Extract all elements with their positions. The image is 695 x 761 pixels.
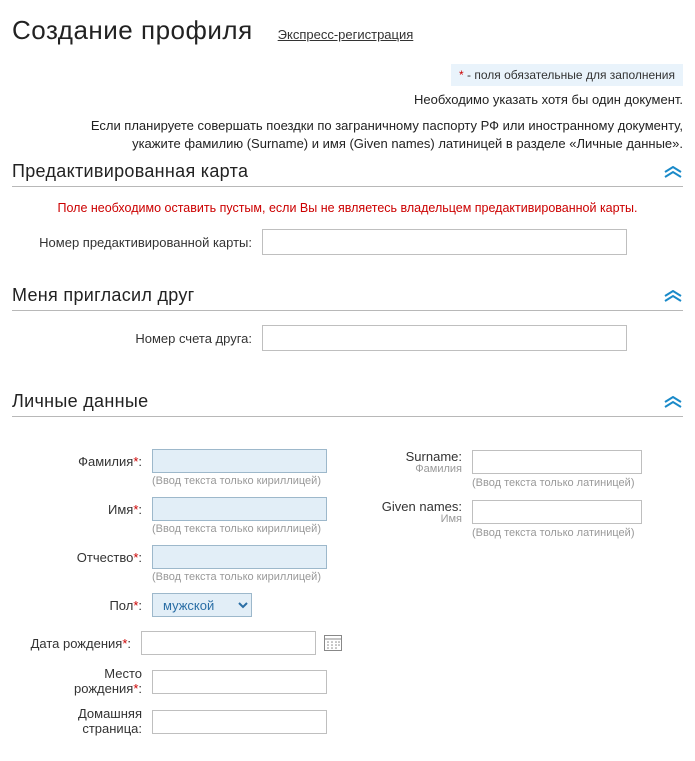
friend-account-label: Номер счета друга: [12,331,262,346]
patronymic-label: Отчество*: [12,550,152,565]
given-names-en-label: Given names: Имя [352,499,472,525]
name-ru-label: Имя*: [12,502,152,517]
birthplace-label: Место рождения*: [12,667,152,697]
card-warning-text: Поле необходимо оставить пустым, если Вы… [12,201,683,215]
surname-en-label: Surname: Фамилия [352,449,472,475]
homepage-input[interactable] [152,710,327,734]
birthdate-input[interactable] [141,631,316,655]
required-fields-note: * - поля обязательные для заполнения [451,64,683,86]
birthplace-input[interactable] [152,670,327,694]
name-ru-input[interactable] [152,497,327,521]
name-ru-hint: (Ввод текста только кириллицей) [152,521,342,541]
collapse-icon[interactable] [663,396,683,408]
given-names-en-input[interactable] [472,500,642,524]
page-title: Создание профиля [12,15,253,46]
surname-ru-input[interactable] [152,449,327,473]
travel-note: Если планируете совершать поездки по заг… [12,117,683,153]
homepage-label: Домашняя страница: [12,707,152,737]
calendar-icon[interactable] [324,635,342,651]
section-title-friend: Меня пригласил друг [12,285,195,306]
section-title-card: Предактивированная карта [12,161,248,182]
section-title-personal: Личные данные [12,391,148,412]
card-number-input[interactable] [262,229,627,255]
collapse-icon[interactable] [663,166,683,178]
patronymic-input[interactable] [152,545,327,569]
gender-label: Пол*: [12,598,152,613]
surname-en-input[interactable] [472,450,642,474]
card-number-label: Номер предактивированной карты: [12,235,262,250]
express-registration-link[interactable]: Экспресс-регистрация [278,27,414,42]
given-names-en-hint: (Ввод текста только латиницей) [472,525,683,545]
surname-en-hint: (Ввод текста только латиницей) [472,475,683,495]
gender-select[interactable]: мужской [152,593,252,617]
friend-account-input[interactable] [262,325,627,351]
surname-ru-hint: (Ввод текста только кириллицей) [152,473,342,493]
birthdate-label: Дата рождения*: [12,636,141,651]
document-note: Необходимо указать хотя бы один документ… [12,92,683,107]
surname-ru-label: Фамилия*: [12,454,152,469]
patronymic-hint: (Ввод текста только кириллицей) [152,569,342,589]
collapse-icon[interactable] [663,290,683,302]
